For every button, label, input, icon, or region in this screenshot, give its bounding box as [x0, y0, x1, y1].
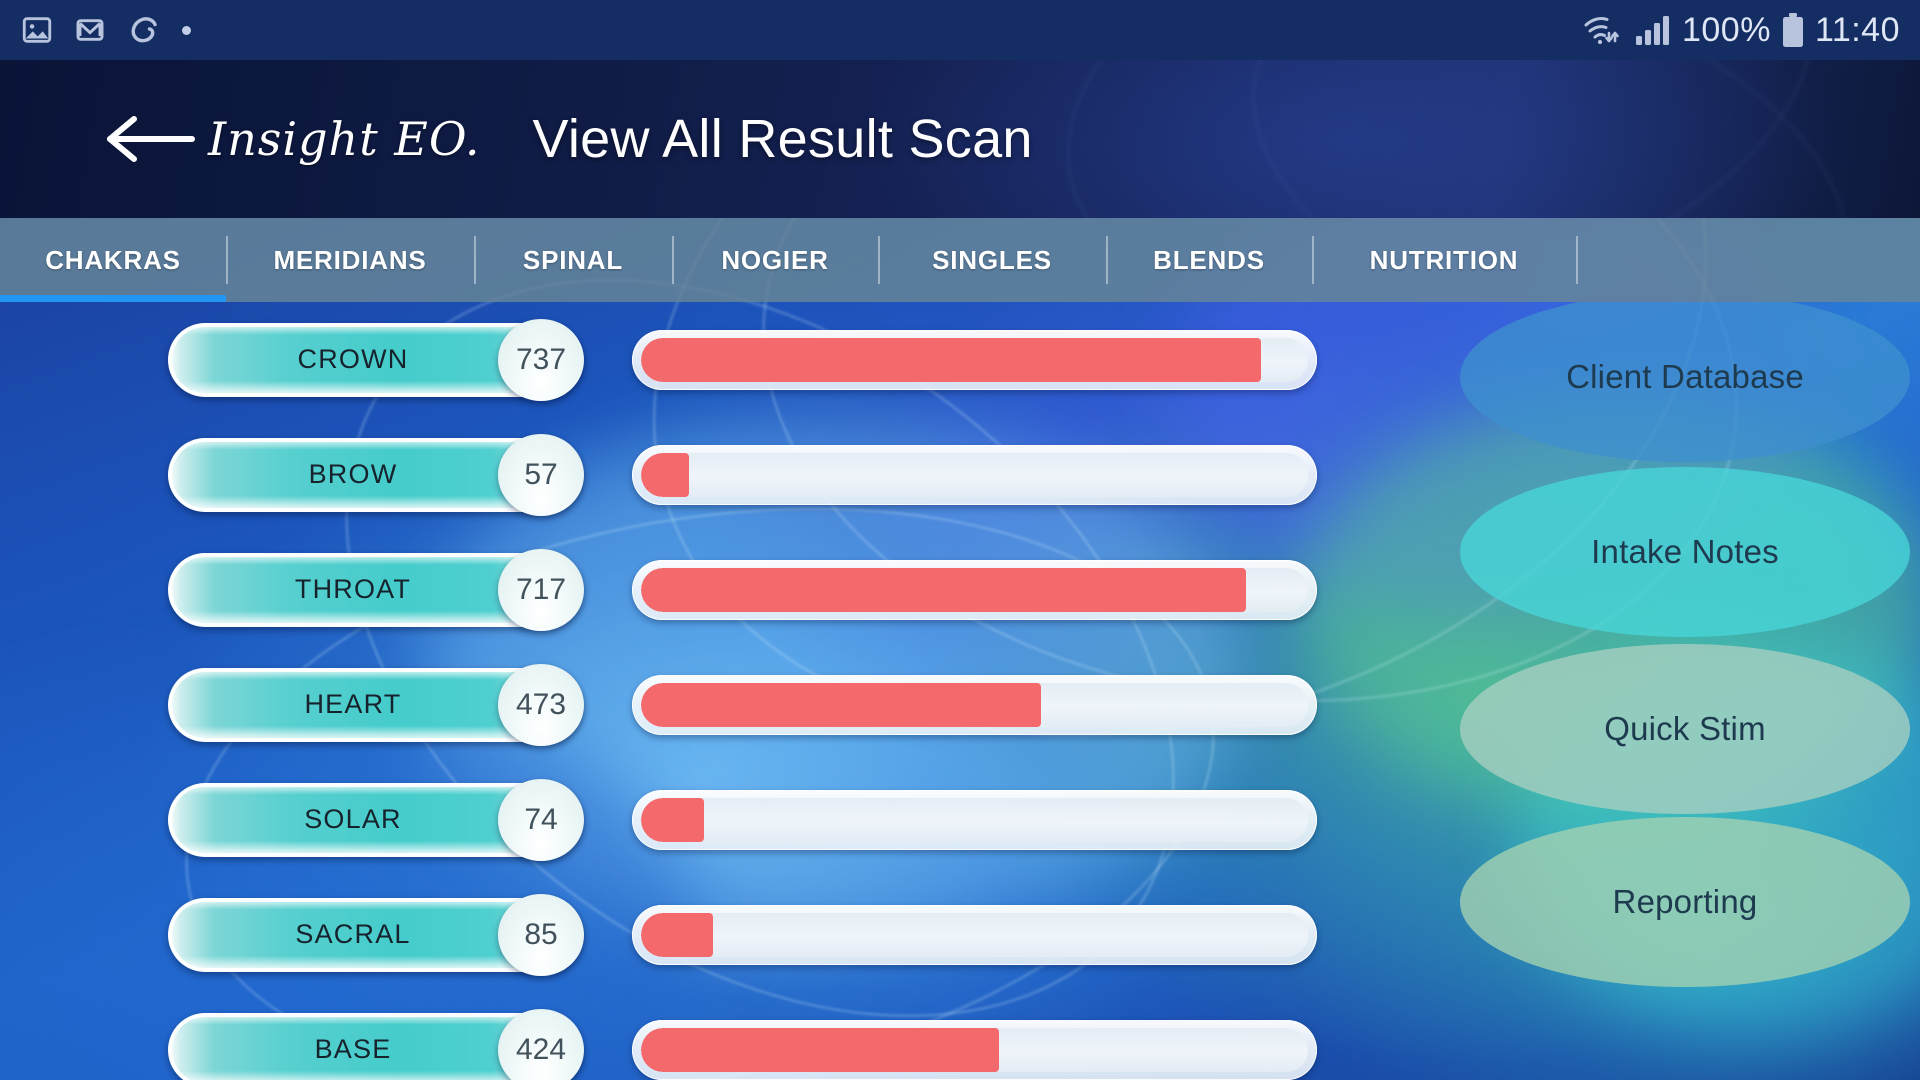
result-row: HEART 473 [0, 647, 1640, 762]
result-row: CROWN 737 [0, 302, 1640, 417]
progress-track [641, 912, 1308, 957]
progress-fill [641, 912, 714, 957]
chakra-value: 473 [515, 687, 567, 721]
progress-fill [641, 797, 704, 842]
chakra-label-pill[interactable]: CROWN 737 [168, 318, 584, 401]
chakra-label-pill[interactable]: HEART 473 [168, 663, 584, 746]
chakra-label-pill[interactable]: BROW 57 [168, 433, 584, 516]
chakra-progress-bar[interactable] [632, 789, 1317, 850]
chakra-label-pill[interactable]: SOLAR 74 [168, 778, 584, 861]
progress-fill [641, 1027, 1000, 1072]
chakra-value-badge: 57 [498, 433, 584, 516]
chakra-progress-bar[interactable] [632, 559, 1317, 620]
gmail-icon [74, 14, 106, 46]
chakra-value-badge: 737 [498, 318, 584, 401]
quick-action-panel: Client Database Intake Notes Quick Stim Rep… [1450, 302, 1920, 1080]
chakra-value: 74 [524, 802, 558, 836]
chakra-label-pill[interactable]: BASE 424 [168, 1008, 584, 1080]
chakra-value-badge: 74 [498, 778, 584, 861]
tab-blends[interactable]: BLENDS [1106, 218, 1312, 302]
result-row: SOLAR 74 [0, 762, 1640, 877]
chakra-label-pill[interactable]: SACRAL 85 [168, 893, 584, 976]
status-bar-notifications [20, 13, 191, 47]
action-intake-notes-button[interactable]: Intake Notes [1460, 467, 1910, 637]
progress-track [641, 567, 1308, 612]
progress-fill [641, 567, 1246, 612]
chakra-label: BASE [314, 1034, 392, 1064]
chakra-value-badge: 85 [498, 893, 584, 976]
progress-track [641, 682, 1308, 727]
progress-track [641, 452, 1308, 497]
dot-icon [182, 25, 191, 35]
action-label: Intake Notes [1591, 533, 1779, 570]
chakra-value: 424 [515, 1032, 567, 1066]
app-logo: Insight EO. [208, 112, 481, 166]
chakra-progress-bar[interactable] [632, 904, 1317, 965]
status-bar-system: 100% 11:40 [1582, 11, 1900, 50]
tab-overflow-divider [1576, 218, 1594, 302]
chakra-label: CROWN [297, 344, 409, 374]
chakra-label: THROAT [294, 574, 412, 604]
signal-bars-icon [1634, 13, 1672, 47]
clock-label: 11:40 [1814, 10, 1900, 49]
g-swirl-icon [126, 15, 162, 45]
tab-spinal[interactable]: SPINAL [474, 218, 672, 302]
tab-nogier[interactable]: NOGIER [672, 218, 878, 302]
tab-nutrition[interactable]: NUTRITION [1312, 218, 1576, 302]
result-row: THROAT 717 [0, 532, 1640, 647]
chakra-progress-bar[interactable] [632, 444, 1317, 505]
action-reporting-button[interactable]: Reporting [1460, 817, 1910, 987]
chakra-value: 717 [515, 572, 567, 606]
chakra-label-pill[interactable]: THROAT 717 [168, 548, 584, 631]
tab-bar[interactable]: CHAKRAS MERIDIANS SPINAL NOGIER SINGLES BLEND… [0, 218, 1920, 302]
image-icon [20, 13, 54, 47]
tab-meridians[interactable]: MERIDIANS [226, 218, 474, 302]
tab-singles[interactable]: SINGLES [878, 218, 1106, 302]
progress-track [641, 1027, 1308, 1072]
chakra-value-badge: 717 [498, 548, 584, 631]
app-header: Insight EO. View All Result Scan [0, 60, 1920, 218]
result-row: BASE 424 [0, 992, 1640, 1080]
chakra-value-badge: 473 [498, 663, 584, 746]
tab-chakras[interactable]: CHAKRAS [0, 218, 226, 302]
action-quick-stim-button[interactable]: Quick Stim [1460, 644, 1910, 814]
action-label: Quick Stim [1604, 710, 1766, 747]
progress-fill [641, 682, 1041, 727]
back-button[interactable] [102, 111, 198, 167]
page-title: View All Result Scan [532, 109, 1033, 169]
progress-track [641, 337, 1308, 382]
chakra-progress-bar[interactable] [632, 329, 1317, 390]
status-bar: 100% 11:40 [0, 0, 1920, 60]
battery-percent-label: 100% [1681, 10, 1771, 49]
scan-results-content: CROWN 737 BROW 57 THROAT 717 HEART 473 SOLAR 74 SA… [0, 302, 1920, 1080]
action-label: Reporting [1612, 883, 1758, 920]
result-row: BROW 57 [0, 417, 1640, 532]
chakra-label: SOLAR [304, 804, 402, 834]
chakra-label: SACRAL [295, 919, 411, 949]
chakra-progress-bar[interactable] [632, 1019, 1317, 1080]
chakra-label: HEART [304, 689, 402, 719]
progress-fill [641, 452, 690, 497]
chakra-label: BROW [308, 459, 398, 489]
action-label: Client Database [1566, 358, 1804, 395]
chakra-value: 57 [524, 457, 558, 491]
chakra-result-list: CROWN 737 BROW 57 THROAT 717 HEART 473 SOLAR 74 SA… [0, 302, 1640, 1080]
battery-full-icon [1781, 12, 1805, 48]
wifi-icon [1582, 13, 1624, 47]
progress-fill [641, 337, 1262, 382]
progress-track [641, 797, 1308, 842]
result-row: SACRAL 85 [0, 877, 1640, 992]
chakra-value: 737 [515, 342, 567, 376]
chakra-progress-bar[interactable] [632, 674, 1317, 735]
action-client-database-button[interactable]: Client Database [1460, 302, 1910, 462]
chakra-value-badge: 424 [498, 1008, 584, 1080]
chakra-value: 85 [524, 917, 558, 951]
